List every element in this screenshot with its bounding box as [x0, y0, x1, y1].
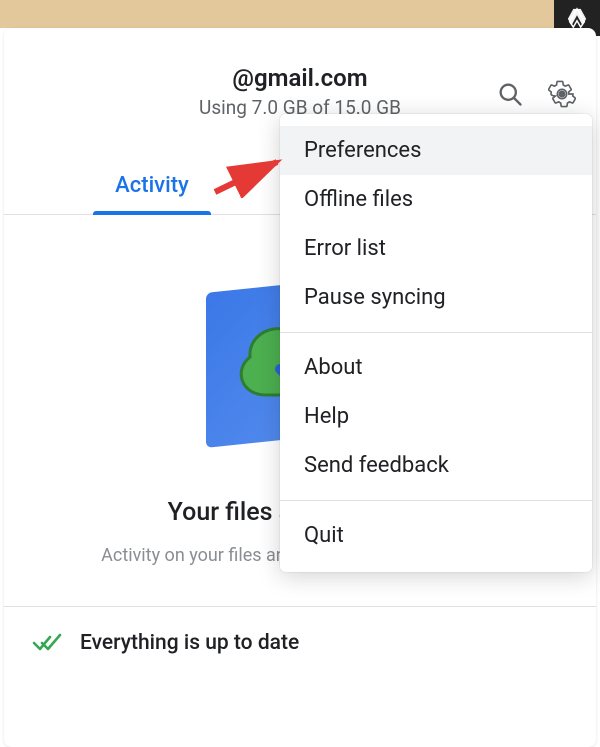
settings-button[interactable]: [546, 78, 578, 110]
menu-about[interactable]: About: [280, 343, 592, 392]
double-check-icon: [32, 631, 62, 655]
search-button[interactable]: [494, 78, 526, 110]
menu-help[interactable]: Help: [280, 392, 592, 441]
menu-offline-files[interactable]: Offline files: [280, 175, 592, 224]
menu-pause-syncing[interactable]: Pause syncing: [280, 273, 592, 322]
menu-divider: [280, 332, 592, 333]
menubar-top: [0, 0, 600, 28]
drive-icon: [566, 7, 588, 29]
search-icon: [496, 80, 524, 108]
account-header: @gmail.com Using 7.0 GB of 15.0 GB: [4, 28, 596, 119]
menu-error-list[interactable]: Error list: [280, 224, 592, 273]
menu-send-feedback[interactable]: Send feedback: [280, 441, 592, 490]
tab-activity[interactable]: Activity: [4, 161, 300, 214]
gear-icon: [548, 80, 576, 108]
menu-preferences[interactable]: Preferences: [280, 126, 592, 175]
menu-quit[interactable]: Quit: [280, 511, 592, 560]
footer-text: Everything is up to date: [80, 631, 299, 655]
menu-divider: [280, 500, 592, 501]
footer-status: Everything is up to date: [4, 606, 596, 679]
settings-menu: Preferences Offline files Error list Pau…: [280, 114, 592, 572]
